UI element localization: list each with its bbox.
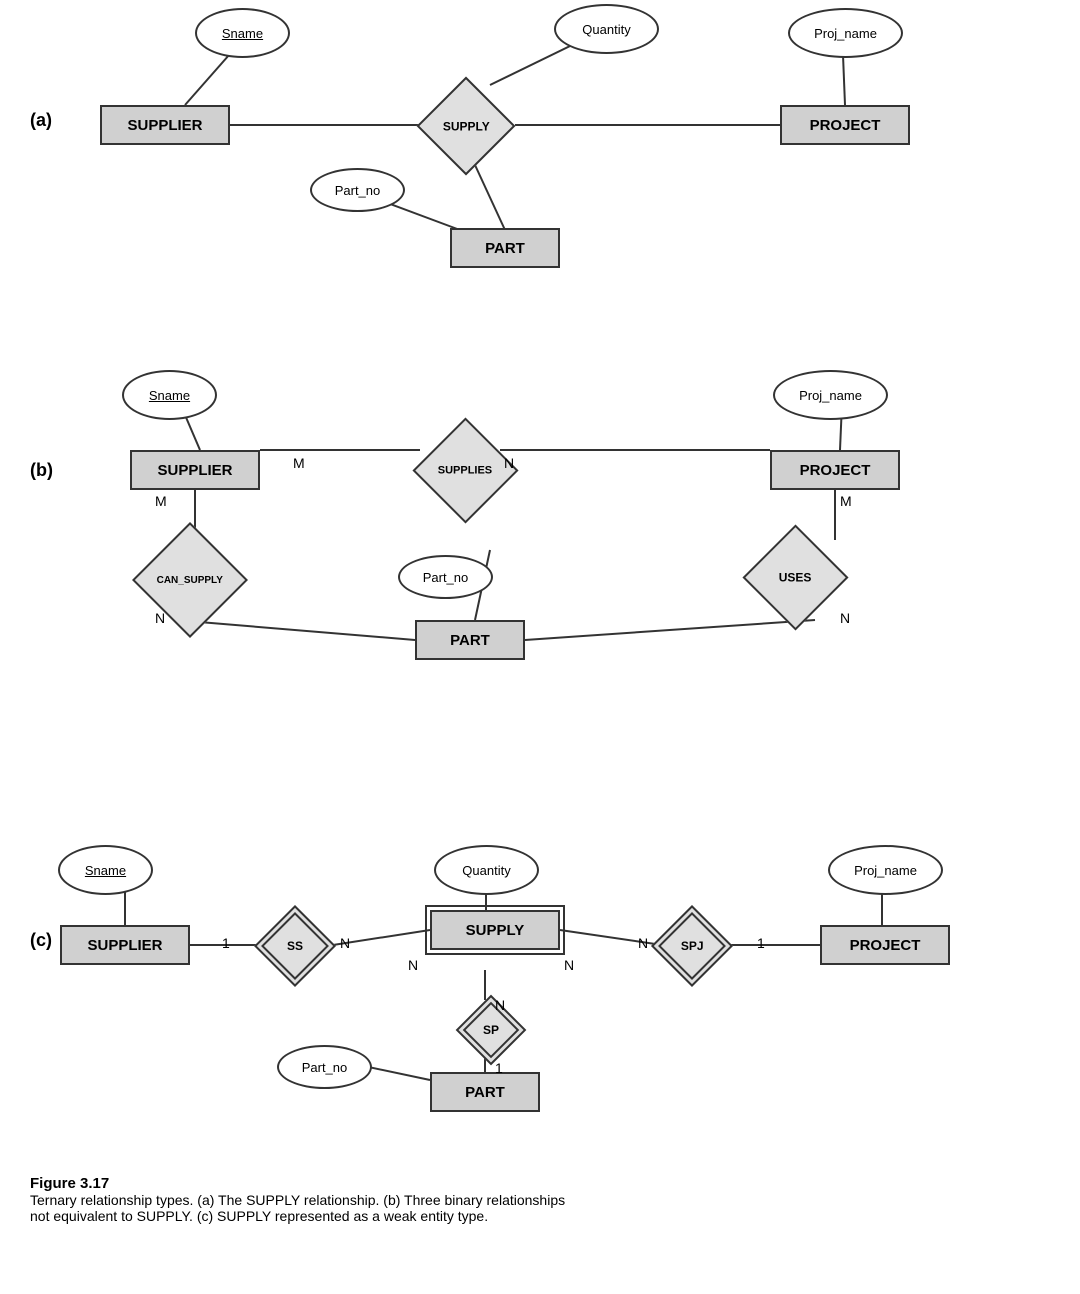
attr-projname-a: Proj_name [788, 8, 903, 58]
card-b-4: N [155, 610, 165, 626]
attr-sname-a: Sname [195, 8, 290, 58]
entity-project-c: PROJECT [820, 925, 950, 965]
card-c-2: N [340, 935, 350, 951]
entity-project-a: PROJECT [780, 105, 910, 145]
card-c-4: N [564, 957, 574, 973]
card-b-5: M [840, 493, 852, 509]
entity-supply-c: SUPPLY [430, 910, 560, 950]
section-c-label: (c) [30, 930, 52, 951]
entity-project-b: PROJECT [770, 450, 900, 490]
rel-uses-b: USES [750, 535, 840, 620]
section-a-label: (a) [30, 110, 52, 131]
attr-quantity-a: Quantity [554, 4, 659, 54]
entity-supplier-b: SUPPLIER [130, 450, 260, 490]
attr-projname-b: Proj_name [773, 370, 888, 420]
card-b-6: N [840, 610, 850, 626]
caption-line1: Ternary relationship types. (a) The SUPP… [30, 1192, 1030, 1208]
attr-partno-c: Part_no [277, 1045, 372, 1089]
card-c-6: 1 [757, 935, 765, 951]
attr-sname-b: Sname [122, 370, 217, 420]
attr-partno-a: Part_no [310, 168, 405, 212]
rel-supply-a: SUPPLY [418, 83, 513, 168]
caption-line2: not equivalent to SUPPLY. (c) SUPPLY rep… [30, 1208, 1030, 1224]
entity-supplier-a: SUPPLIER [100, 105, 230, 145]
card-c-8: 1 [495, 1060, 503, 1076]
card-c-3: N [408, 957, 418, 973]
section-b-label: (b) [30, 460, 53, 481]
card-c-1: 1 [222, 935, 230, 951]
card-b-3: M [155, 493, 167, 509]
rel-supplies-b: SUPPLIES [418, 428, 513, 513]
rel-ss-c: SS [255, 913, 335, 978]
attr-projname-c: Proj_name [828, 845, 943, 895]
attr-sname-c: Sname [58, 845, 153, 895]
attr-quantity-c: Quantity [434, 845, 539, 895]
rel-cansupply-b: CAN_SUPPLY [135, 535, 245, 625]
card-b-2: N [504, 455, 514, 471]
entity-supplier-c: SUPPLIER [60, 925, 190, 965]
card-b-1: M [293, 455, 305, 471]
entity-part-a: PART [450, 228, 560, 268]
entity-part-b: PART [415, 620, 525, 660]
attr-partno-b: Part_no [398, 555, 493, 599]
rel-sp-c: SP [458, 1000, 523, 1060]
figure-title: Figure 3.17 [30, 1175, 1030, 1192]
entity-part-c: PART [430, 1072, 540, 1112]
card-c-7: N [495, 997, 505, 1013]
card-c-5: N [638, 935, 648, 951]
figure-caption: Figure 3.17 Ternary relationship types. … [30, 1175, 1030, 1224]
rel-spj-c: SPJ [652, 913, 732, 978]
